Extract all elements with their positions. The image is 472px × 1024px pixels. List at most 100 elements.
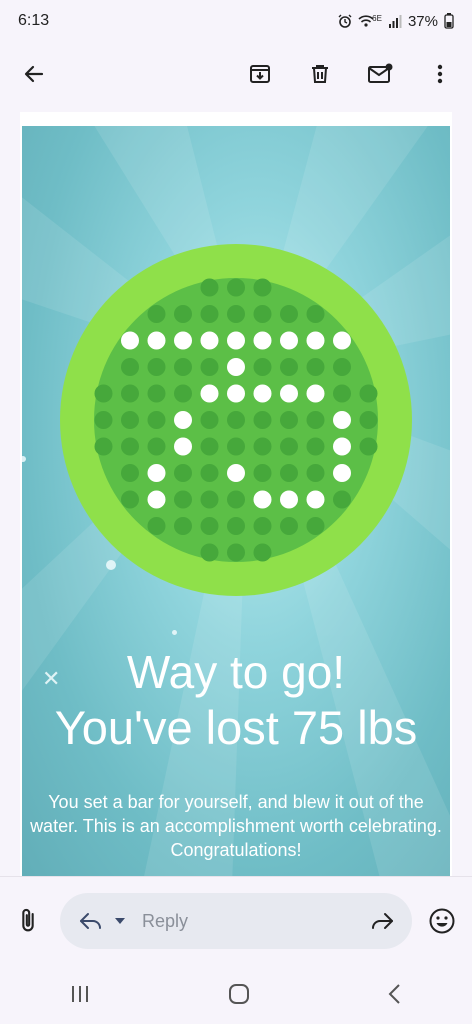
- badge-dot: [253, 358, 272, 376]
- badge-dot: [200, 437, 219, 456]
- reply-input[interactable]: Reply: [60, 893, 412, 949]
- badge-dot-lit: [333, 331, 351, 350]
- badge-dot: [200, 543, 219, 562]
- more-vert-icon[interactable]: [420, 54, 460, 94]
- badge-dot: [121, 464, 139, 482]
- signal-icon: [388, 15, 402, 28]
- badge-dot: [147, 384, 166, 403]
- badge-dot: [306, 358, 325, 376]
- badge-dot-lit: [333, 464, 351, 482]
- badge-dot-lit: [253, 331, 272, 350]
- archive-icon[interactable]: [240, 54, 280, 94]
- badge-dot-lit: [200, 384, 219, 403]
- badge-dot: [200, 305, 219, 323]
- home-icon[interactable]: [228, 983, 250, 1005]
- badge-dot: [280, 464, 298, 482]
- status-icons: 6E 37%: [338, 13, 454, 30]
- badge-dot: [227, 543, 245, 562]
- badge-dot-lit: [147, 464, 166, 482]
- badge-dot-lit: [200, 331, 219, 350]
- badge-dot: [227, 490, 245, 509]
- achievement-badge: [60, 244, 412, 596]
- wifi-icon: 6E: [358, 14, 382, 28]
- battery-icon: [444, 13, 454, 29]
- badge-dot-lit: [253, 384, 272, 403]
- status-time: 6:13: [18, 12, 50, 29]
- badge-dot: [333, 490, 351, 509]
- badge-dot-lit: [121, 331, 139, 350]
- badge-dot-lit: [227, 331, 245, 350]
- trash-icon[interactable]: [300, 54, 340, 94]
- mark-unread-icon[interactable]: [360, 54, 400, 94]
- badge-dot: [280, 437, 298, 456]
- badge-dot: [280, 358, 298, 376]
- badge-dot: [227, 411, 245, 429]
- forward-arrow-icon[interactable]: [370, 911, 394, 931]
- badge-dot: [121, 384, 139, 403]
- reply-bar: Reply: [0, 876, 472, 965]
- badge-dot: [253, 464, 272, 482]
- badge-dot-lit: [147, 490, 166, 509]
- bubble-decoration: [106, 560, 116, 570]
- badge-dot: [121, 490, 139, 509]
- badge-dot: [174, 384, 192, 403]
- badge-dot: [227, 278, 245, 297]
- badge-dot: [227, 517, 245, 535]
- badge-dot-lit: [280, 331, 298, 350]
- badge-dot: [147, 411, 166, 429]
- badge-dot-lit: [280, 384, 298, 403]
- badge-dot: [253, 305, 272, 323]
- badge-dot: [253, 517, 272, 535]
- reply-arrow-icon[interactable]: [78, 910, 104, 932]
- reply-placeholder: Reply: [142, 910, 189, 931]
- badge-dot: [121, 411, 139, 429]
- badge-dot: [174, 305, 192, 323]
- badge-dot: [306, 464, 325, 482]
- badge-dot: [359, 384, 378, 403]
- badge-dot: [147, 517, 166, 535]
- badge-dot: [306, 411, 325, 429]
- badge-dot: [253, 411, 272, 429]
- headline-line2: You've lost 75 lbs: [54, 701, 418, 754]
- back-arrow-icon[interactable]: [14, 54, 54, 94]
- badge-dot: [359, 437, 378, 456]
- badge-dot-lit: [174, 437, 192, 456]
- badge-dot: [333, 358, 351, 376]
- badge-dot: [200, 490, 219, 509]
- badge-dot: [200, 464, 219, 482]
- badge-dot-lit: [306, 490, 325, 509]
- congrats-message: You set a bar for yourself, and blew it …: [30, 792, 442, 860]
- badge-dot-lit: [174, 411, 192, 429]
- badge-dot: [253, 437, 272, 456]
- badge-dot: [147, 305, 166, 323]
- badge-dot: [147, 437, 166, 456]
- badge-dot: [306, 517, 325, 535]
- badge-dot: [174, 358, 192, 376]
- system-nav-bar: [0, 964, 472, 1024]
- badge-dot-lit: [227, 384, 245, 403]
- badge-dot: [147, 358, 166, 376]
- badge-dot: [94, 384, 113, 403]
- emoji-icon[interactable]: [428, 907, 456, 940]
- status-bar: 6:13 6E 37%: [0, 0, 472, 42]
- battery-percent: 37%: [407, 12, 438, 30]
- badge-dot-lit: [306, 384, 325, 403]
- badge-dot: [121, 358, 139, 376]
- badge-dot: [94, 411, 113, 429]
- badge-dot: [94, 437, 113, 456]
- badge-dot: [253, 278, 272, 297]
- badge-dot: [174, 517, 192, 535]
- attachment-icon[interactable]: [14, 907, 42, 940]
- celebration-banner: ✕ Way to go! You've lost 75 lbs You set …: [22, 126, 450, 876]
- badge-dot: [333, 384, 351, 403]
- recents-icon[interactable]: [69, 984, 91, 1004]
- badge-dot-lit: [253, 490, 272, 509]
- badge-dot: [174, 464, 192, 482]
- chevron-down-icon[interactable]: [114, 917, 126, 925]
- badge-dot-lit: [227, 464, 245, 482]
- badge-dot: [280, 305, 298, 323]
- nav-back-icon[interactable]: [387, 983, 403, 1005]
- badge-dot: [200, 278, 219, 297]
- badge-dot-lit: [227, 358, 245, 376]
- badge-dot: [280, 411, 298, 429]
